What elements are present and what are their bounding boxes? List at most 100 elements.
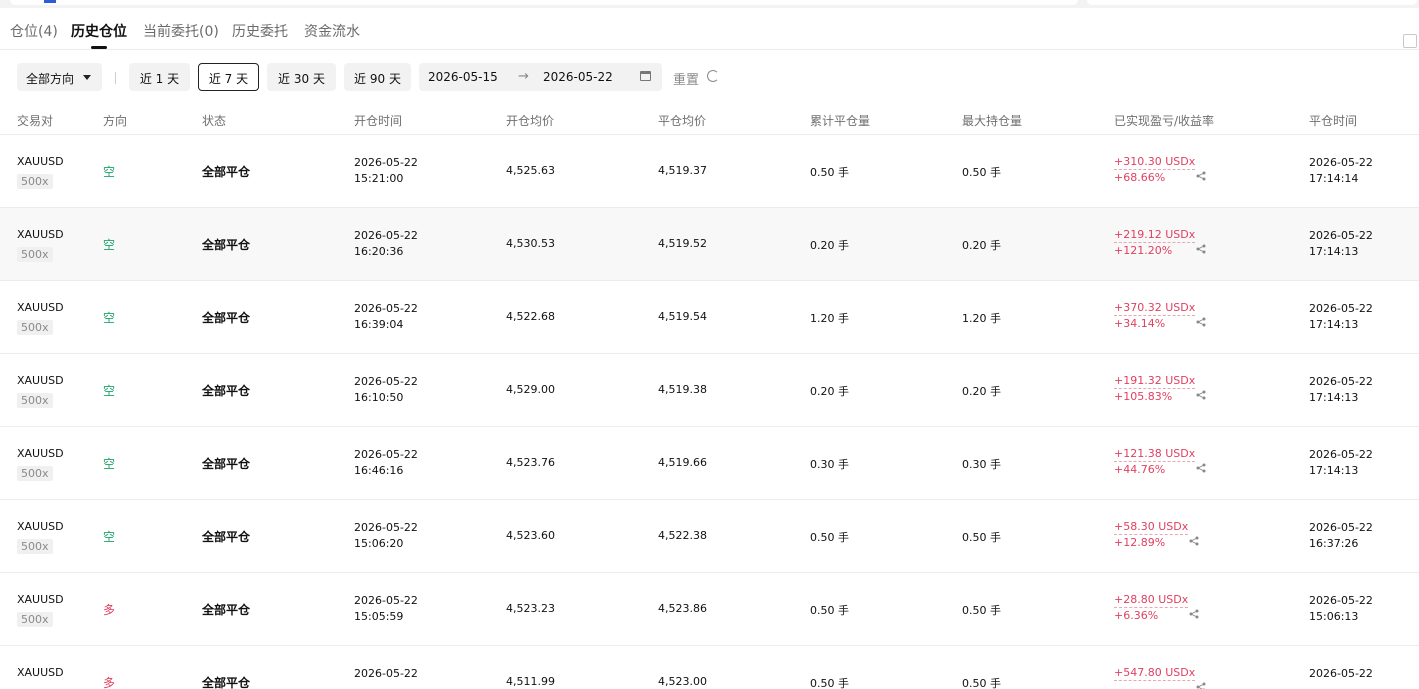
table-row[interactable]: XAUUSD 多 全部平仓 2026-05-22 4,511.99 4,523.00 0.5… <box>0 646 1419 689</box>
pnl-amount: +121.38 USDx <box>1114 447 1196 462</box>
leverage-badge: 500x <box>17 320 53 335</box>
open-date: 2026-05-22 <box>354 448 418 461</box>
realized-pnl: +370.32 USDx +34.14% <box>1114 301 1196 330</box>
pair-symbol: XAUUSD <box>17 374 64 387</box>
max-position-volume: 0.50 手 <box>962 604 1001 617</box>
close-avg-price: 4,522.38 <box>658 529 707 542</box>
table-row[interactable]: XAUUSD 500x 多 全部平仓 2026-05-22 15:05:59 4,523.2… <box>0 573 1419 646</box>
share-icon[interactable] <box>1196 385 1206 400</box>
max-position-volume: 1.20 手 <box>962 312 1001 325</box>
close-date: 2026-05-22 <box>1309 375 1373 388</box>
close-avg-price: 4,523.86 <box>658 602 707 615</box>
share-icon[interactable] <box>1196 312 1206 327</box>
filter-bar: 全部方向 近 1 天 近 7 天 近 30 天 近 90 天 2026-05-1… <box>0 60 1419 94</box>
active-tab-underline <box>91 46 107 49</box>
table-row[interactable]: XAUUSD 500x 空 全部平仓 2026-05-22 16:46:16 4,523.7… <box>0 427 1419 500</box>
pnl-amount: +370.32 USDx <box>1114 301 1196 316</box>
cum-close-volume: 0.50 手 <box>810 677 849 689</box>
tab-position-history[interactable]: 历史仓位 <box>71 21 127 41</box>
open-avg-price: 4,530.53 <box>506 237 555 250</box>
pnl-rate: +12.89% <box>1114 536 1166 549</box>
tab-bar: 仓位(4) 历史仓位 当前委托(0) 历史委托 资金流水 <box>0 12 1419 50</box>
share-icon[interactable] <box>1196 166 1206 181</box>
pair-symbol: XAUUSD <box>17 301 64 314</box>
pnl-rate: +121.20% <box>1114 244 1173 257</box>
col-open-avg: 开仓均价 <box>506 114 555 128</box>
period-1d-button[interactable]: 近 1 天 <box>129 63 190 91</box>
period-7d-button[interactable]: 近 7 天 <box>198 63 259 91</box>
share-icon[interactable] <box>1196 239 1206 254</box>
table-row[interactable]: XAUUSD 500x 空 全部平仓 2026-05-22 16:10:50 4,529.0… <box>0 354 1419 427</box>
period-30d-button[interactable]: 近 30 天 <box>267 63 336 91</box>
share-icon[interactable] <box>1196 677 1206 689</box>
direction-label: 空 <box>103 457 116 471</box>
direction-label: 空 <box>103 311 116 325</box>
leverage-badge: 500x <box>17 466 53 481</box>
period-90d-button[interactable]: 近 90 天 <box>344 63 411 91</box>
table-row[interactable]: XAUUSD 500x 空 全部平仓 2026-05-22 15:06:20 4,523.6… <box>0 500 1419 573</box>
status-label: 全部平仓 <box>202 384 251 398</box>
col-max-volume: 最大持仓量 <box>962 114 1023 128</box>
direction-select[interactable]: 全部方向 <box>17 63 102 91</box>
top-panel-strip <box>0 0 1419 8</box>
tab-funding-flow[interactable]: 资金流水 <box>304 21 360 41</box>
pnl-amount: +547.80 USDx <box>1114 666 1196 681</box>
pair-symbol: XAUUSD <box>17 520 64 533</box>
open-date: 2026-05-22 <box>354 229 418 242</box>
calendar-icon[interactable] <box>640 71 651 81</box>
table-header: 交易对 方向 状态 开仓时间 开仓均价 平仓均价 累计平仓量 最大持仓量 已实现… <box>0 104 1419 135</box>
table-row[interactable]: XAUUSD 500x 空 全部平仓 2026-05-22 16:39:04 4,522.6… <box>0 281 1419 354</box>
max-position-volume: 0.20 手 <box>962 385 1001 398</box>
share-icon[interactable] <box>1189 604 1199 619</box>
pnl-amount: +310.30 USDx <box>1114 155 1196 170</box>
close-date: 2026-05-22 <box>1309 594 1373 607</box>
close-date: 2026-05-22 <box>1309 667 1373 680</box>
table-row[interactable]: XAUUSD 500x 空 全部平仓 2026-05-22 15:21:00 4,525.6… <box>0 135 1419 208</box>
top-card-accent <box>44 0 56 3</box>
pair-symbol: XAUUSD <box>17 155 64 168</box>
direction-label: 空 <box>103 165 116 179</box>
divider <box>115 72 116 84</box>
date-range-picker[interactable]: 2026-05-15 → 2026-05-22 <box>419 63 662 91</box>
close-time: 16:37:26 <box>1309 537 1359 550</box>
leverage-badge: 500x <box>17 247 53 262</box>
date-from[interactable]: 2026-05-15 <box>428 70 498 84</box>
positions-table-body: XAUUSD 500x 空全部平仓 2026-05-22 15:21:00 4,525.6… <box>0 135 1419 689</box>
max-position-volume: 0.30 手 <box>962 458 1001 471</box>
tab-order-history[interactable]: 历史委托 <box>232 21 288 41</box>
close-avg-price: 4,519.38 <box>658 383 707 396</box>
table-row[interactable]: XAUUSD 500x 空 全部平仓 2026-05-22 16:20:36 4,530.5… <box>0 208 1419 281</box>
leverage-badge: 500x <box>17 393 53 408</box>
share-icon[interactable] <box>1196 458 1206 473</box>
date-to[interactable]: 2026-05-22 <box>543 70 613 84</box>
pnl-amount: +28.80 USDx <box>1114 593 1189 608</box>
refresh-icon[interactable] <box>707 70 719 82</box>
pair-symbol: XAUUSD <box>17 593 64 606</box>
close-time: 17:14:13 <box>1309 245 1359 258</box>
close-avg-price: 4,519.54 <box>658 310 707 323</box>
share-icon[interactable] <box>1189 531 1199 546</box>
realized-pnl: +121.38 USDx +44.76% <box>1114 447 1196 476</box>
pnl-rate: +68.66% <box>1114 171 1166 184</box>
close-avg-price: 4,519.52 <box>658 237 707 250</box>
tab-positions[interactable]: 仓位(4) <box>10 21 58 41</box>
hide-others-checkbox[interactable] <box>1403 34 1417 48</box>
open-avg-price: 4,511.99 <box>506 675 555 688</box>
realized-pnl: +219.12 USDx +121.20% <box>1114 228 1196 257</box>
reset-button[interactable]: 重置 <box>673 69 699 88</box>
leverage-badge: 500x <box>17 612 53 627</box>
realized-pnl: +547.80 USDx <box>1114 666 1196 681</box>
tab-open-orders[interactable]: 当前委托(0) <box>143 21 219 41</box>
open-time: 15:05:59 <box>354 610 404 623</box>
open-date: 2026-05-22 <box>354 302 418 315</box>
leverage-badge: 500x <box>17 174 53 189</box>
col-realized-pnl: 已实现盈亏/收益率 <box>1114 114 1215 128</box>
close-date: 2026-05-22 <box>1309 302 1373 315</box>
open-date: 2026-05-22 <box>354 375 418 388</box>
open-time: 15:21:00 <box>354 172 404 185</box>
status-label: 全部平仓 <box>202 165 251 179</box>
cum-close-volume: 0.30 手 <box>810 458 849 471</box>
close-time: 17:14:13 <box>1309 464 1359 477</box>
cum-close-volume: 0.50 手 <box>810 604 849 617</box>
direction-label: 空 <box>103 384 116 398</box>
